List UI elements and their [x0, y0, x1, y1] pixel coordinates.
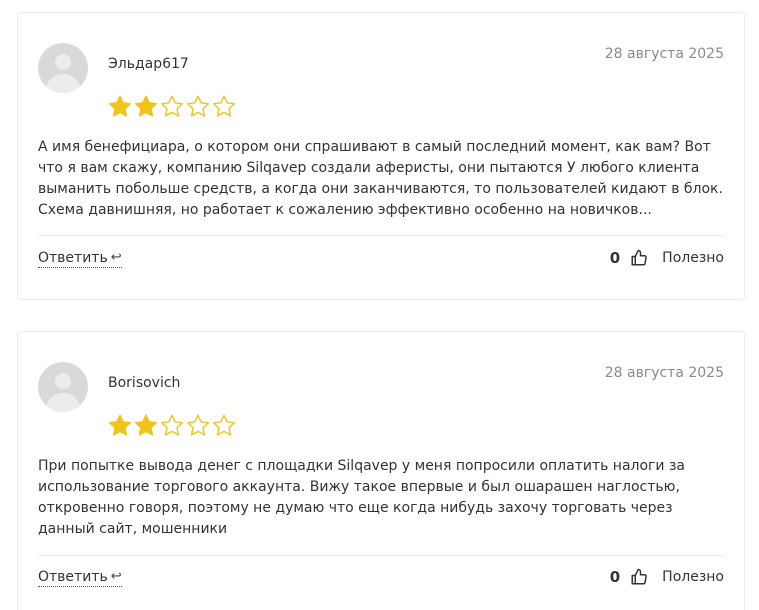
reply-arrow-icon: ↩: [110, 569, 122, 584]
review-text: А имя бенефициара, о котором они спрашив…: [38, 139, 723, 218]
star-outline-icon: [213, 95, 235, 117]
reply-label: Ответить: [38, 250, 108, 266]
avatar: [38, 43, 88, 93]
useful-button[interactable]: Полезно: [662, 569, 724, 585]
reply-button[interactable]: Ответить ↩: [38, 568, 122, 587]
divider: [38, 235, 724, 236]
vote-count: 0: [609, 568, 621, 586]
avatar-head: [55, 54, 71, 70]
star-filled-icon: [135, 414, 157, 436]
review-card: Эльдар617 28 августа 2025 А имя бенефици…: [17, 12, 745, 300]
star-outline-icon: [161, 414, 183, 436]
reply-label: Ответить: [38, 569, 108, 585]
vote-area: 0 Полезно: [610, 566, 724, 588]
review-date: 28 августа 2025: [604, 365, 724, 381]
avatar-body: [46, 74, 80, 93]
star-filled-icon: [109, 95, 131, 117]
review-date: 28 августа 2025: [604, 46, 724, 62]
reviews-page: Эльдар617 28 августа 2025 А имя бенефици…: [0, 0, 759, 610]
avatar: [38, 362, 88, 412]
vote-area: 0 Полезно: [610, 247, 724, 269]
star-filled-icon: [135, 95, 157, 117]
review-author: Эльдар617: [108, 56, 189, 72]
review-card: Borisovich 28 августа 2025 При попытке в…: [17, 331, 745, 610]
star-outline-icon: [161, 95, 183, 117]
rating-stars: [107, 413, 237, 439]
avatar-body: [46, 393, 80, 412]
vote-count: 0: [609, 249, 621, 267]
star-outline-icon: [187, 95, 209, 117]
reply-button[interactable]: Ответить ↩: [38, 249, 122, 268]
star-filled-icon: [109, 414, 131, 436]
star-outline-icon: [187, 414, 209, 436]
avatar-head: [55, 373, 71, 389]
reply-arrow-icon: ↩: [110, 250, 122, 265]
thumbs-up-icon[interactable]: [630, 568, 648, 586]
rating-stars: [107, 94, 237, 120]
useful-button[interactable]: Полезно: [662, 250, 724, 266]
divider: [38, 555, 724, 556]
thumbs-up-icon[interactable]: [630, 249, 648, 267]
review-author: Borisovich: [108, 375, 181, 391]
review-text: При попытке вывода денег с площадки Silq…: [38, 458, 685, 537]
star-outline-icon: [213, 414, 235, 436]
